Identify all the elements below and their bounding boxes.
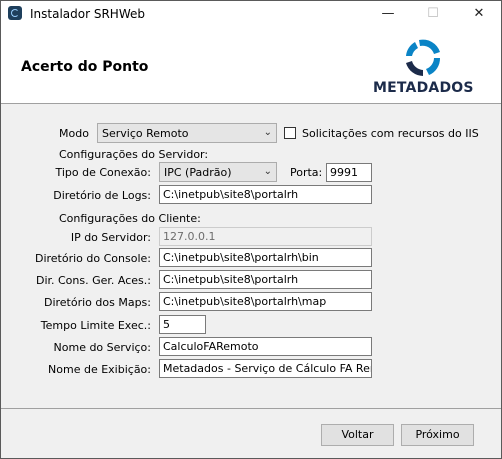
- footer-divider: [1, 408, 501, 409]
- chevron-down-icon: ⌄: [263, 166, 272, 177]
- iis-checkbox[interactable]: [284, 127, 296, 139]
- tipo-conexao-value: IPC (Padrão): [164, 166, 232, 179]
- iis-checkbox-label[interactable]: Solicitações com recursos do IIS: [302, 127, 479, 140]
- dir-console-label: Diretório do Console:: [34, 252, 151, 265]
- dir-maps-label: Diretório dos Maps:: [43, 296, 151, 309]
- nome-exibicao-label: Nome de Exibição:: [48, 363, 151, 376]
- tempo-limite-field[interactable]: 5: [159, 315, 206, 334]
- wizard-header: Acerto do Ponto METADADOS: [1, 28, 501, 104]
- nome-servico-field[interactable]: CalculoFARemoto: [159, 337, 372, 356]
- close-button[interactable]: ✕: [456, 1, 501, 28]
- minimize-button[interactable]: —: [365, 1, 411, 28]
- logo-text: METADADOS: [373, 80, 474, 96]
- window-title: Instalador SRHWeb: [30, 7, 145, 21]
- dir-cons-ger-label: Dir. Cons. Ger. Aces.:: [35, 274, 151, 287]
- chevron-down-icon: ⌄: [263, 127, 272, 138]
- installer-window: Instalador SRHWeb — ☐ ✕ Acerto do Ponto …: [0, 0, 502, 459]
- tipo-conexao-label: Tipo de Conexão:: [55, 166, 151, 179]
- dir-logs-label: Diretório de Logs:: [53, 189, 151, 202]
- metadados-logo-icon: [406, 39, 441, 76]
- client-section-heading: Configurações do Cliente:: [59, 212, 201, 225]
- ip-servidor-field: 127.0.0.1: [159, 227, 372, 246]
- modo-select[interactable]: Serviço Remoto ⌄: [97, 123, 277, 143]
- modo-select-value: Serviço Remoto: [102, 127, 189, 140]
- dir-console-field[interactable]: C:\inetpub\site8\portalrh\bin: [159, 248, 372, 267]
- ip-servidor-label: IP do Servidor:: [70, 231, 151, 244]
- dir-cons-ger-field[interactable]: C:\inetpub\site8\portalrh: [159, 270, 372, 289]
- dir-maps-field[interactable]: C:\inetpub\site8\portalrh\map: [159, 292, 372, 311]
- dir-logs-field[interactable]: C:\inetpub\site8\portalrh: [159, 185, 372, 204]
- metadados-logo: METADADOS: [373, 36, 473, 98]
- tipo-conexao-select[interactable]: IPC (Padrão) ⌄: [159, 162, 277, 182]
- page-title: Acerto do Ponto: [21, 59, 149, 75]
- nome-exibicao-field[interactable]: Metadados - Serviço de Cálculo FA Remoto: [159, 359, 372, 378]
- next-button[interactable]: Próximo: [401, 424, 474, 446]
- server-section-heading: Configurações do Servidor:: [59, 148, 209, 161]
- porta-field[interactable]: 9991: [326, 163, 372, 182]
- maximize-button: ☐: [427, 6, 439, 21]
- app-icon: [8, 6, 22, 20]
- porta-label: Porta:: [290, 166, 323, 179]
- back-button[interactable]: Voltar: [321, 424, 394, 446]
- title-bar[interactable]: Instalador SRHWeb — ☐ ✕: [1, 1, 501, 28]
- nome-servico-label: Nome do Serviço:: [53, 341, 151, 354]
- modo-label: Modo: [59, 127, 89, 140]
- tempo-limite-label: Tempo Limite Exec.:: [40, 319, 151, 332]
